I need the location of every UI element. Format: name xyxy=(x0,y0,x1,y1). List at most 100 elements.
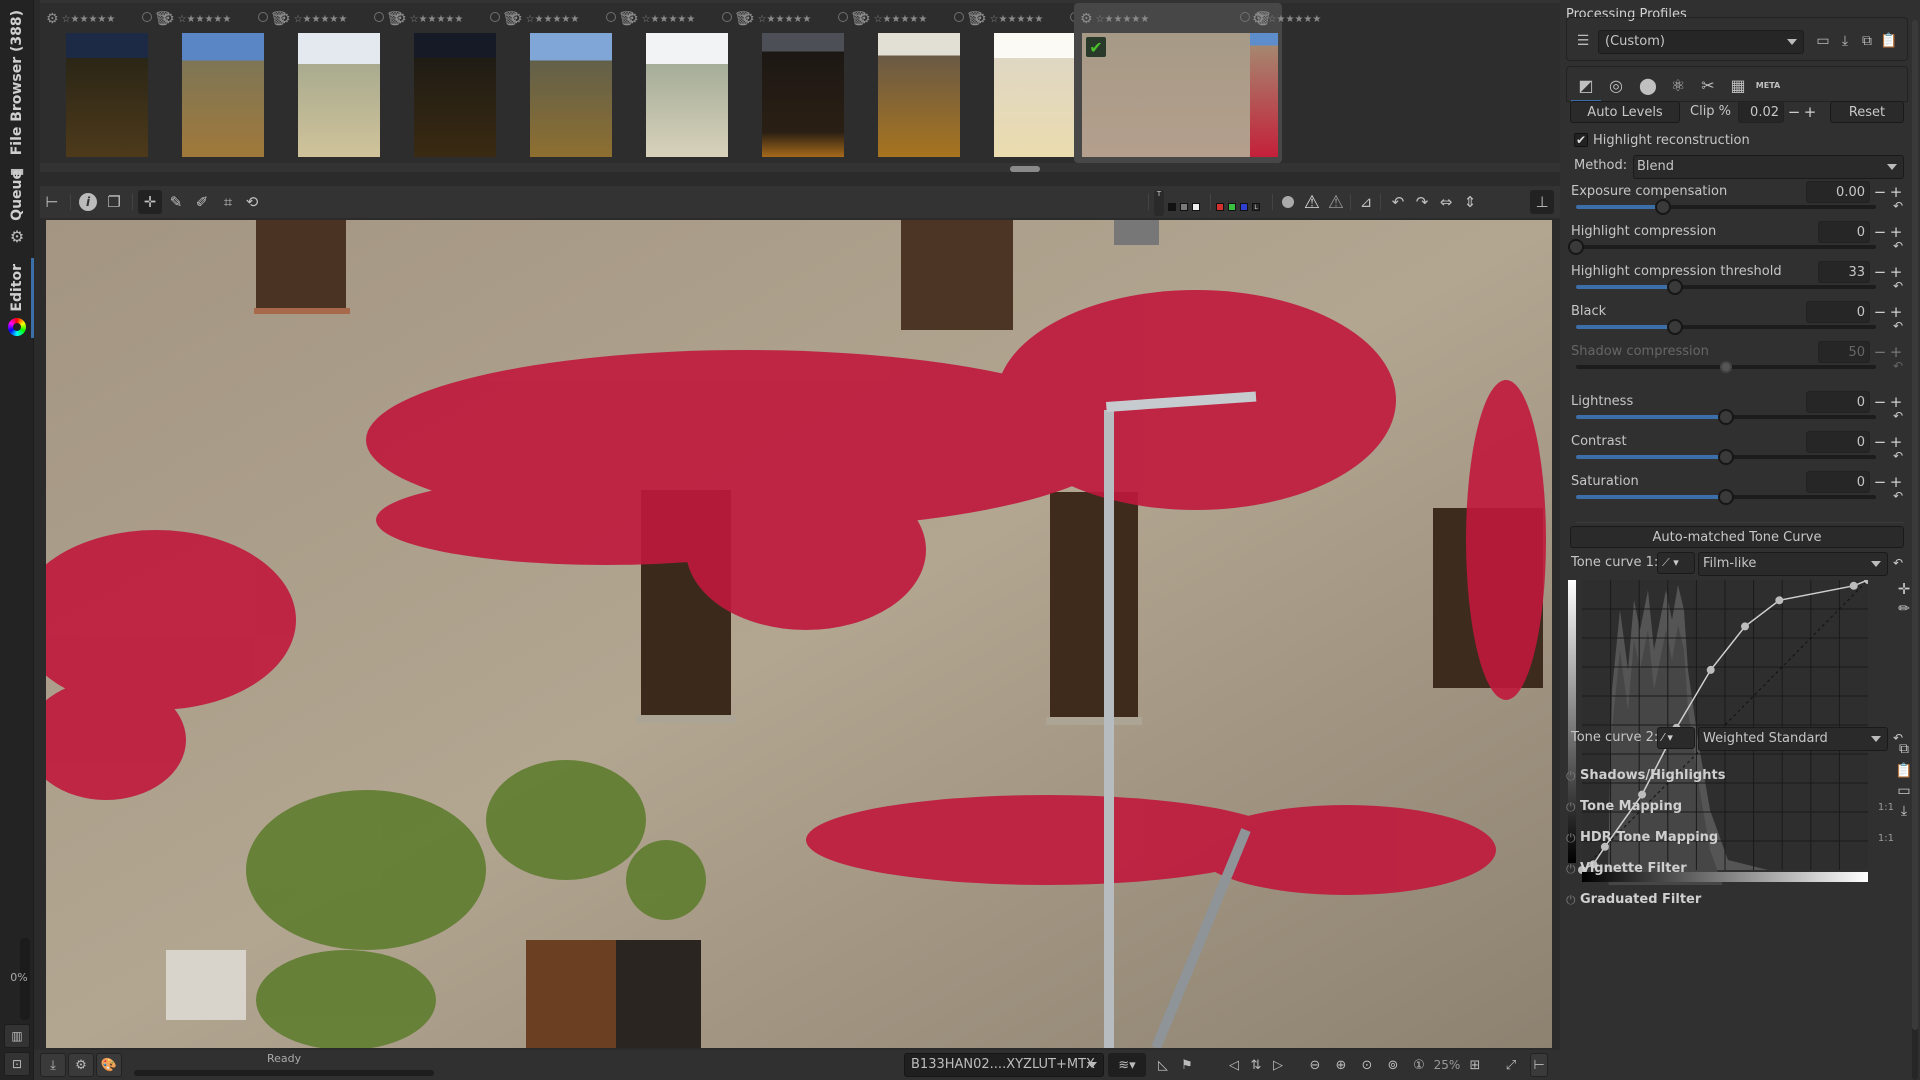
tab-queue[interactable]: Queue ⚙ xyxy=(0,170,34,246)
white-balance-picker-button[interactable]: ✎ xyxy=(164,190,188,214)
copy-profile-button[interactable]: ⧉ xyxy=(1856,30,1878,52)
tone-curve-1-type-button[interactable]: ⟋ ▾ xyxy=(1657,552,1695,574)
edit-point-button[interactable]: ✛ xyxy=(1896,580,1912,598)
fullscreen-button[interactable]: ⊡ xyxy=(4,1052,30,1076)
zoom-fit-crop-button[interactable]: ⊚ xyxy=(1382,1053,1404,1077)
reset-icon[interactable]: ↶ xyxy=(1890,409,1906,423)
clip-increment[interactable]: + xyxy=(1802,102,1818,122)
save-image-button[interactable]: ⤓ xyxy=(40,1053,66,1077)
tab-metadata[interactable]: META xyxy=(1755,73,1781,97)
tool-section-header[interactable]: ⏻ Shadows/Highlights xyxy=(1560,765,1904,789)
color-management-button[interactable]: ⊿ xyxy=(1354,190,1378,214)
color-label-icon[interactable] xyxy=(142,12,152,22)
star-rating[interactable]: ☆★★★★★ xyxy=(874,14,928,25)
load-profile-button[interactable]: ▭ xyxy=(1812,30,1834,52)
auto-matched-tone-curve-button[interactable]: Auto-matched Tone Curve xyxy=(1570,526,1904,548)
preview-luminance[interactable]: L xyxy=(1252,203,1260,211)
tool-panel-scrollbar[interactable] xyxy=(1912,20,1918,1080)
image-preview[interactable] xyxy=(46,220,1552,1048)
slider-value-input[interactable]: 0 xyxy=(1806,431,1870,453)
power-icon[interactable]: ⏻ xyxy=(1566,862,1576,877)
color-label-icon[interactable] xyxy=(838,12,848,22)
slider-handle[interactable] xyxy=(1655,199,1671,215)
hand-tool-button[interactable]: ✛ xyxy=(138,190,162,214)
sync-filmstrip-button[interactable]: ⇅ xyxy=(1246,1053,1266,1077)
preview-green-channel[interactable] xyxy=(1228,203,1236,211)
color-label-icon[interactable] xyxy=(258,12,268,22)
method-select[interactable]: Blend xyxy=(1633,155,1904,179)
clip-decrement[interactable]: − xyxy=(1786,102,1802,122)
star-rating[interactable]: ☆★★★★★ xyxy=(642,14,696,25)
curve-control-point[interactable] xyxy=(1741,622,1750,631)
tab-exposure[interactable]: ◩ xyxy=(1571,73,1601,103)
slider-value-input[interactable]: 0 xyxy=(1806,471,1870,493)
slider-track[interactable] xyxy=(1576,199,1876,215)
slider-value-input[interactable]: 0 xyxy=(1806,301,1870,323)
hide-history-button[interactable]: ⊢ xyxy=(40,190,64,214)
slider-value-input[interactable]: 33 xyxy=(1818,261,1870,283)
tab-advanced[interactable]: ⚛ xyxy=(1665,73,1691,97)
curve-control-point[interactable] xyxy=(1706,665,1715,674)
gear-icon[interactable]: ⚙ xyxy=(1252,11,1265,27)
slider-handle[interactable] xyxy=(1667,319,1683,335)
slider-track[interactable] xyxy=(1576,449,1876,465)
tab-detail[interactable]: ◎ xyxy=(1603,73,1629,97)
decrement-button[interactable]: − xyxy=(1872,472,1888,492)
color-label-icon[interactable] xyxy=(490,12,500,22)
tone-curve-2-select[interactable]: Weighted Standard xyxy=(1698,727,1888,751)
soft-proofing-button[interactable]: ◺ xyxy=(1152,1053,1174,1077)
tone-curve-1-select[interactable]: Film-like xyxy=(1698,552,1888,576)
tool-section-header[interactable]: ⏻ Vignette Filter xyxy=(1560,858,1904,882)
info-button[interactable]: i xyxy=(76,190,100,214)
tab-editor[interactable]: Editor xyxy=(0,258,34,338)
decrement-button[interactable]: − xyxy=(1872,222,1888,242)
tone-curve-1-reset[interactable]: ↶ xyxy=(1890,556,1906,570)
gear-icon[interactable]: ⚙ xyxy=(394,11,407,27)
color-label-icon[interactable] xyxy=(606,12,616,22)
star-rating[interactable]: ☆★★★★★ xyxy=(410,14,464,25)
tab-raw[interactable]: ▦ xyxy=(1725,73,1751,97)
rendering-intent-select[interactable]: ≋▾ xyxy=(1108,1053,1146,1077)
clip-input[interactable]: 0.02 xyxy=(1738,101,1784,123)
previous-image-button[interactable]: ◁ xyxy=(1224,1053,1244,1077)
slider-handle[interactable] xyxy=(1718,409,1734,425)
highlight-reconstruction-checkbox[interactable]: ✔ xyxy=(1574,133,1588,147)
color-label-icon[interactable] xyxy=(954,12,964,22)
star-rating[interactable]: ☆★★★★★ xyxy=(294,14,348,25)
toggle-right-panel-button[interactable]: ⊢ xyxy=(1530,1053,1548,1077)
preview-blue-channel[interactable] xyxy=(1240,203,1248,211)
slider-handle[interactable] xyxy=(1667,279,1683,295)
star-rating[interactable]: ☆★★★★★ xyxy=(178,14,232,25)
before-after-button[interactable]: ❐ xyxy=(102,190,126,214)
straighten-button[interactable]: ⟲ xyxy=(240,190,264,214)
zoom-out-button[interactable]: ⊖ xyxy=(1304,1053,1326,1077)
next-image-button[interactable]: ▷ xyxy=(1268,1053,1288,1077)
reset-icon[interactable]: ↶ xyxy=(1890,279,1906,293)
profile-list-icon[interactable]: ☰ xyxy=(1572,30,1594,52)
reset-icon[interactable]: ↶ xyxy=(1890,239,1906,253)
auto-levels-button[interactable]: Auto Levels xyxy=(1570,101,1680,123)
reset-icon[interactable]: ↶ xyxy=(1890,359,1906,373)
slider-handle[interactable] xyxy=(1720,361,1732,373)
flip-horizontal-button[interactable]: ⇔ xyxy=(1434,190,1458,214)
tone-curve-2-reset[interactable]: ↶ xyxy=(1890,731,1906,745)
reset-icon[interactable]: ↶ xyxy=(1890,449,1906,463)
preview-gray-swatch[interactable] xyxy=(1180,203,1188,211)
freehand-pencil-button[interactable]: ✏ xyxy=(1896,601,1912,617)
paste-profile-button[interactable]: 📋 xyxy=(1878,30,1900,52)
power-icon[interactable]: ⏻ xyxy=(1566,800,1576,815)
star-rating[interactable]: ☆★★★★★ xyxy=(990,14,1044,25)
new-detail-window-button[interactable]: ⊞ xyxy=(1464,1053,1486,1077)
decrement-button[interactable]: − xyxy=(1872,302,1888,322)
rotate-left-button[interactable]: ↶ xyxy=(1386,190,1410,214)
preview-white-swatch[interactable] xyxy=(1192,203,1200,211)
power-icon[interactable]: ⏻ xyxy=(1566,893,1576,908)
slider-track[interactable] xyxy=(1568,239,1876,255)
filmstrip-scrollbar[interactable] xyxy=(1010,166,1040,172)
decrement-button[interactable]: − xyxy=(1872,342,1888,362)
save-profile-button[interactable]: ⤓ xyxy=(1834,30,1856,52)
fullscreen-toggle-button[interactable]: ⤢ xyxy=(1500,1053,1522,1077)
histogram-toggle-button[interactable]: ▥ xyxy=(4,1024,30,1048)
tone-curve-2-type-button[interactable]: ⁄ ▾ xyxy=(1657,727,1695,749)
decrement-button[interactable]: − xyxy=(1872,392,1888,412)
